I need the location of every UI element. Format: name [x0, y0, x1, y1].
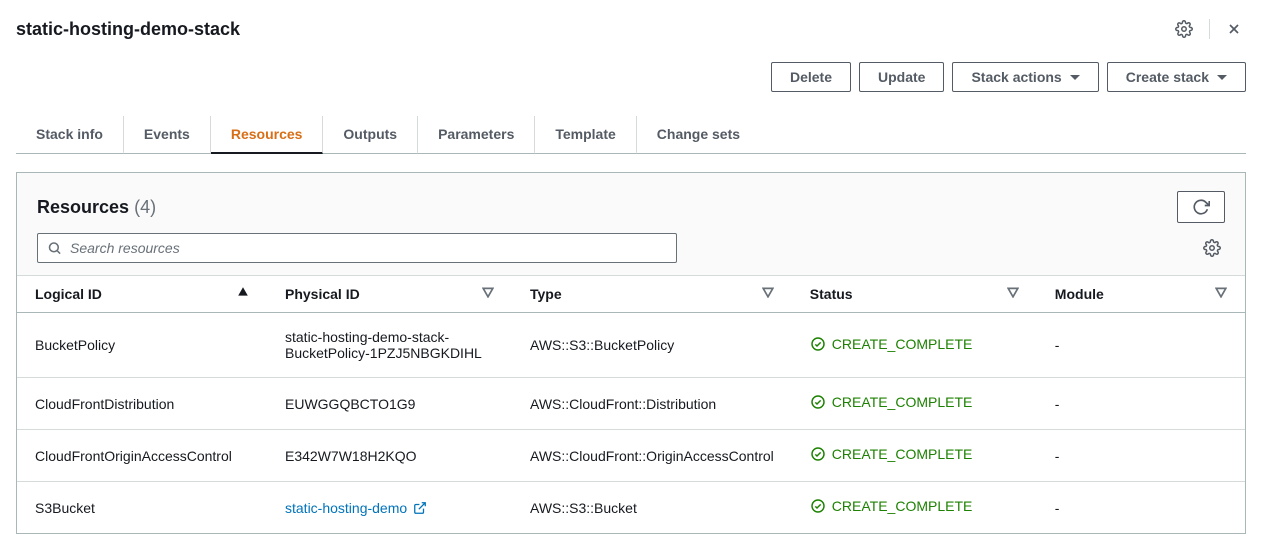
status-text: CREATE_COMPLETE	[832, 498, 973, 514]
check-circle-icon	[810, 336, 826, 352]
cell-type: AWS::S3::Bucket	[512, 482, 792, 534]
search-box	[37, 233, 677, 263]
cell-logical: S3Bucket	[17, 482, 267, 534]
cell-physical: static-hosting-demo	[267, 482, 512, 534]
search-input[interactable]	[37, 233, 677, 263]
cell-module: -	[1037, 430, 1245, 482]
table-row: CloudFrontOriginAccessControlE342W7W18H2…	[17, 430, 1245, 482]
table-row: BucketPolicystatic-hosting-demo-stack-Bu…	[17, 313, 1245, 378]
status-text: CREATE_COMPLETE	[832, 336, 973, 352]
resources-panel: Resources (4) Logical ID	[16, 172, 1246, 534]
sort-icon[interactable]	[762, 286, 774, 298]
close-icon	[1226, 21, 1242, 37]
page-title: static-hosting-demo-stack	[16, 19, 240, 40]
cell-type: AWS::S3::BucketPolicy	[512, 313, 792, 378]
stack-actions-label: Stack actions	[971, 69, 1061, 85]
col-module[interactable]: Module	[1037, 276, 1245, 313]
col-label: Status	[810, 286, 853, 302]
col-label: Logical ID	[35, 286, 102, 302]
check-circle-icon	[810, 498, 826, 514]
cell-module: -	[1037, 313, 1245, 378]
physical-id-link[interactable]: static-hosting-demo	[285, 500, 427, 516]
col-status[interactable]: Status	[792, 276, 1037, 313]
caret-down-icon	[1217, 75, 1227, 80]
cell-logical: CloudFrontDistribution	[17, 378, 267, 430]
panel-count: (4)	[134, 197, 156, 217]
search-icon	[47, 241, 62, 256]
col-type[interactable]: Type	[512, 276, 792, 313]
cell-status: CREATE_COMPLETE	[792, 430, 1037, 482]
refresh-icon	[1192, 198, 1210, 216]
top-icons	[1171, 16, 1246, 42]
tab-events[interactable]: Events	[124, 116, 211, 154]
close-button[interactable]	[1222, 17, 1246, 41]
check-circle-icon	[810, 446, 826, 462]
col-label: Module	[1055, 286, 1104, 302]
table-row: S3Bucket static-hosting-demo AWS::S3::Buc…	[17, 482, 1245, 534]
cell-module: -	[1037, 378, 1245, 430]
status-badge: CREATE_COMPLETE	[810, 498, 973, 514]
col-logical[interactable]: Logical ID	[17, 276, 267, 313]
cell-type: AWS::CloudFront::OriginAccessControl	[512, 430, 792, 482]
cell-status: CREATE_COMPLETE	[792, 482, 1037, 534]
status-text: CREATE_COMPLETE	[832, 394, 973, 410]
caret-down-icon	[1070, 75, 1080, 80]
tab-parameters[interactable]: Parameters	[418, 116, 535, 154]
external-link-icon	[413, 501, 427, 515]
cell-physical: EUWGGQBCTO1G9	[267, 378, 512, 430]
create-stack-label: Create stack	[1126, 69, 1209, 85]
refresh-button[interactable]	[1177, 191, 1225, 223]
action-row: Delete Update Stack actions Create stack	[16, 62, 1246, 92]
cell-physical: E342W7W18H2KQO	[267, 430, 512, 482]
table-row: CloudFrontDistributionEUWGGQBCTO1G9AWS::…	[17, 378, 1245, 430]
col-label: Physical ID	[285, 286, 360, 302]
tab-template[interactable]: Template	[535, 116, 636, 154]
cell-type: AWS::CloudFront::Distribution	[512, 378, 792, 430]
tab-stack-info[interactable]: Stack info	[16, 116, 124, 154]
stack-actions-button[interactable]: Stack actions	[952, 62, 1098, 92]
resources-table: Logical ID Physical ID Type	[17, 275, 1245, 533]
cell-status: CREATE_COMPLETE	[792, 313, 1037, 378]
col-label: Type	[530, 286, 562, 302]
settings-button[interactable]	[1171, 16, 1197, 42]
cell-logical: BucketPolicy	[17, 313, 267, 378]
panel-title: Resources (4)	[37, 197, 156, 218]
link-text: static-hosting-demo	[285, 500, 407, 516]
tab-change-sets[interactable]: Change sets	[637, 116, 760, 154]
create-stack-button[interactable]: Create stack	[1107, 62, 1246, 92]
gear-icon	[1203, 239, 1221, 257]
tabs: Stack infoEventsResourcesOutputsParamete…	[16, 116, 1246, 154]
sort-icon[interactable]	[1215, 286, 1227, 298]
sort-icon[interactable]	[482, 286, 494, 298]
cell-status: CREATE_COMPLETE	[792, 378, 1037, 430]
status-badge: CREATE_COMPLETE	[810, 446, 973, 462]
sort-icon[interactable]	[1007, 286, 1019, 298]
divider	[1209, 19, 1210, 39]
tab-outputs[interactable]: Outputs	[323, 116, 418, 154]
sort-asc-icon[interactable]	[237, 286, 249, 298]
check-circle-icon	[810, 394, 826, 410]
tab-resources[interactable]: Resources	[211, 116, 324, 154]
delete-button[interactable]: Delete	[771, 62, 851, 92]
panel-title-text: Resources	[37, 197, 129, 217]
cell-module: -	[1037, 482, 1245, 534]
cell-logical: CloudFrontOriginAccessControl	[17, 430, 267, 482]
cell-physical: static-hosting-demo-stack-BucketPolicy-1…	[267, 313, 512, 378]
col-physical[interactable]: Physical ID	[267, 276, 512, 313]
status-badge: CREATE_COMPLETE	[810, 394, 973, 410]
status-text: CREATE_COMPLETE	[832, 446, 973, 462]
gear-icon	[1175, 20, 1193, 38]
status-badge: CREATE_COMPLETE	[810, 336, 973, 352]
update-button[interactable]: Update	[859, 62, 944, 92]
table-settings-button[interactable]	[1199, 235, 1225, 261]
